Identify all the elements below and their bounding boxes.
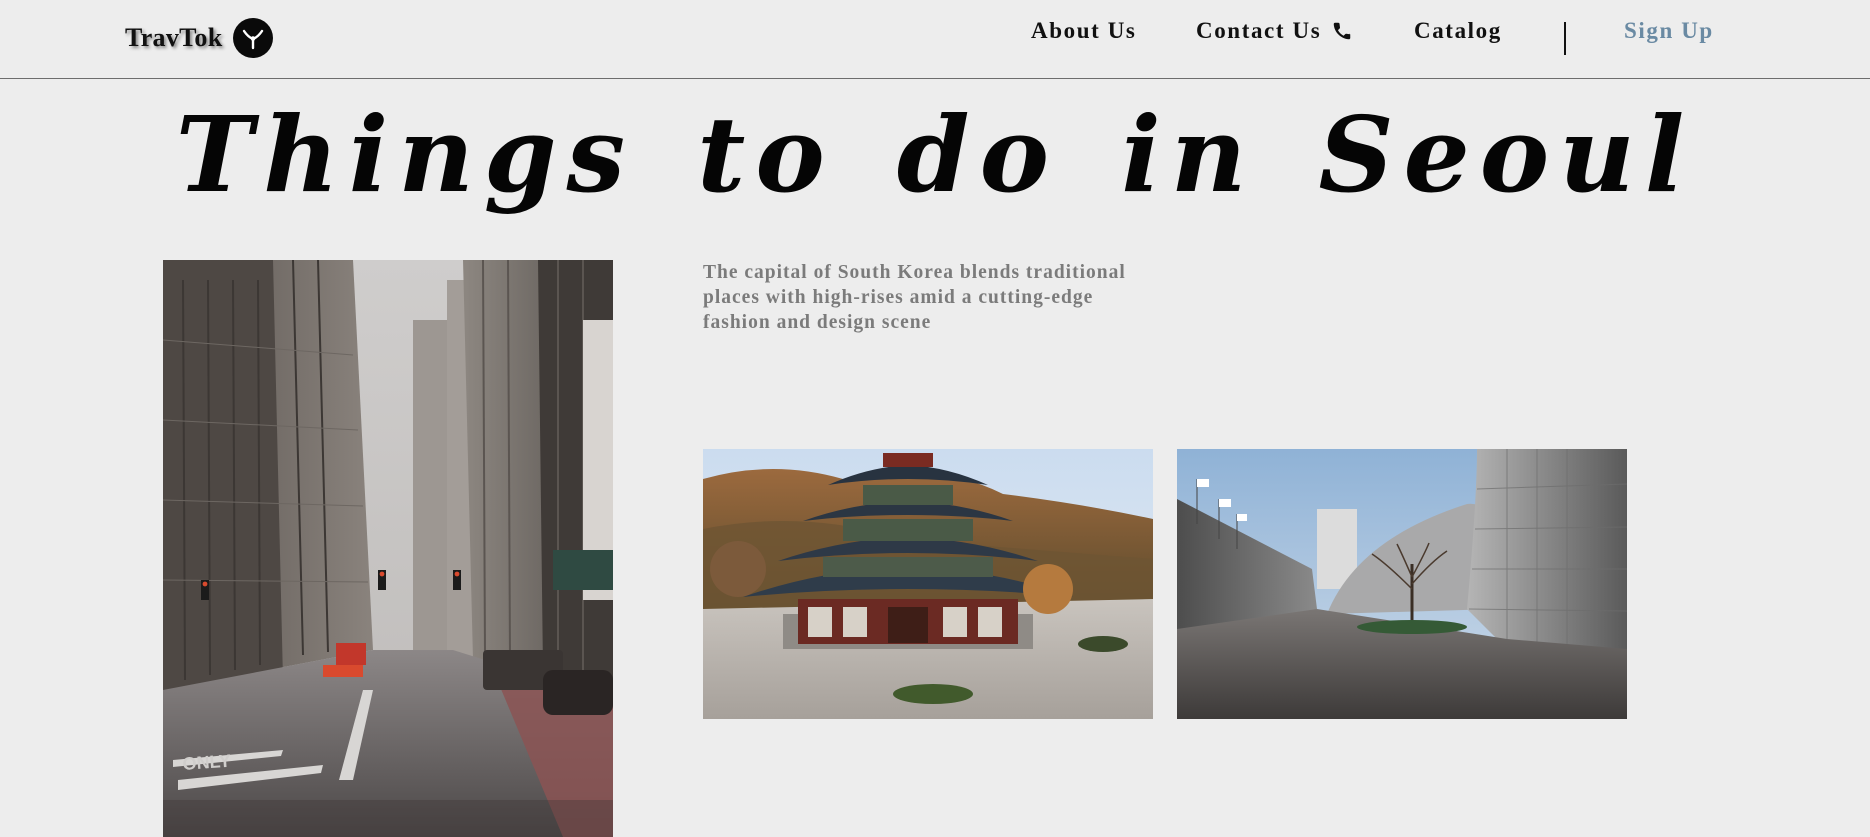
nav-catalog[interactable]: Catalog [1414, 18, 1502, 44]
nav-contact-us[interactable]: Contact Us [1196, 18, 1353, 44]
modern-architecture-image [1177, 449, 1627, 719]
nav-divider [1564, 22, 1566, 55]
logo-text: TravTok [125, 23, 223, 52]
sign-up-link[interactable]: Sign Up [1624, 18, 1714, 44]
logo[interactable]: TravTok [125, 18, 274, 58]
page-title: Things to do in Seoul [175, 93, 1695, 216]
site-header: TravTok About Us Contact Us Catalog Sign… [0, 0, 1870, 79]
nav-about-us[interactable]: About Us [1031, 18, 1136, 44]
nav-catalog-label: Catalog [1414, 18, 1502, 43]
city-description: The capital of South Korea blends tradit… [703, 262, 1126, 333]
sign-up-label: Sign Up [1624, 18, 1714, 43]
nav-about-label: About Us [1031, 18, 1137, 43]
temple-pagoda-image [703, 449, 1153, 719]
nav-contact-label: Contact Us [1196, 18, 1322, 43]
city-street-image: ONLY [163, 260, 613, 837]
plane-icon [233, 18, 274, 58]
svg-text:ONLY: ONLY [182, 751, 232, 774]
phone-icon [1331, 20, 1353, 42]
